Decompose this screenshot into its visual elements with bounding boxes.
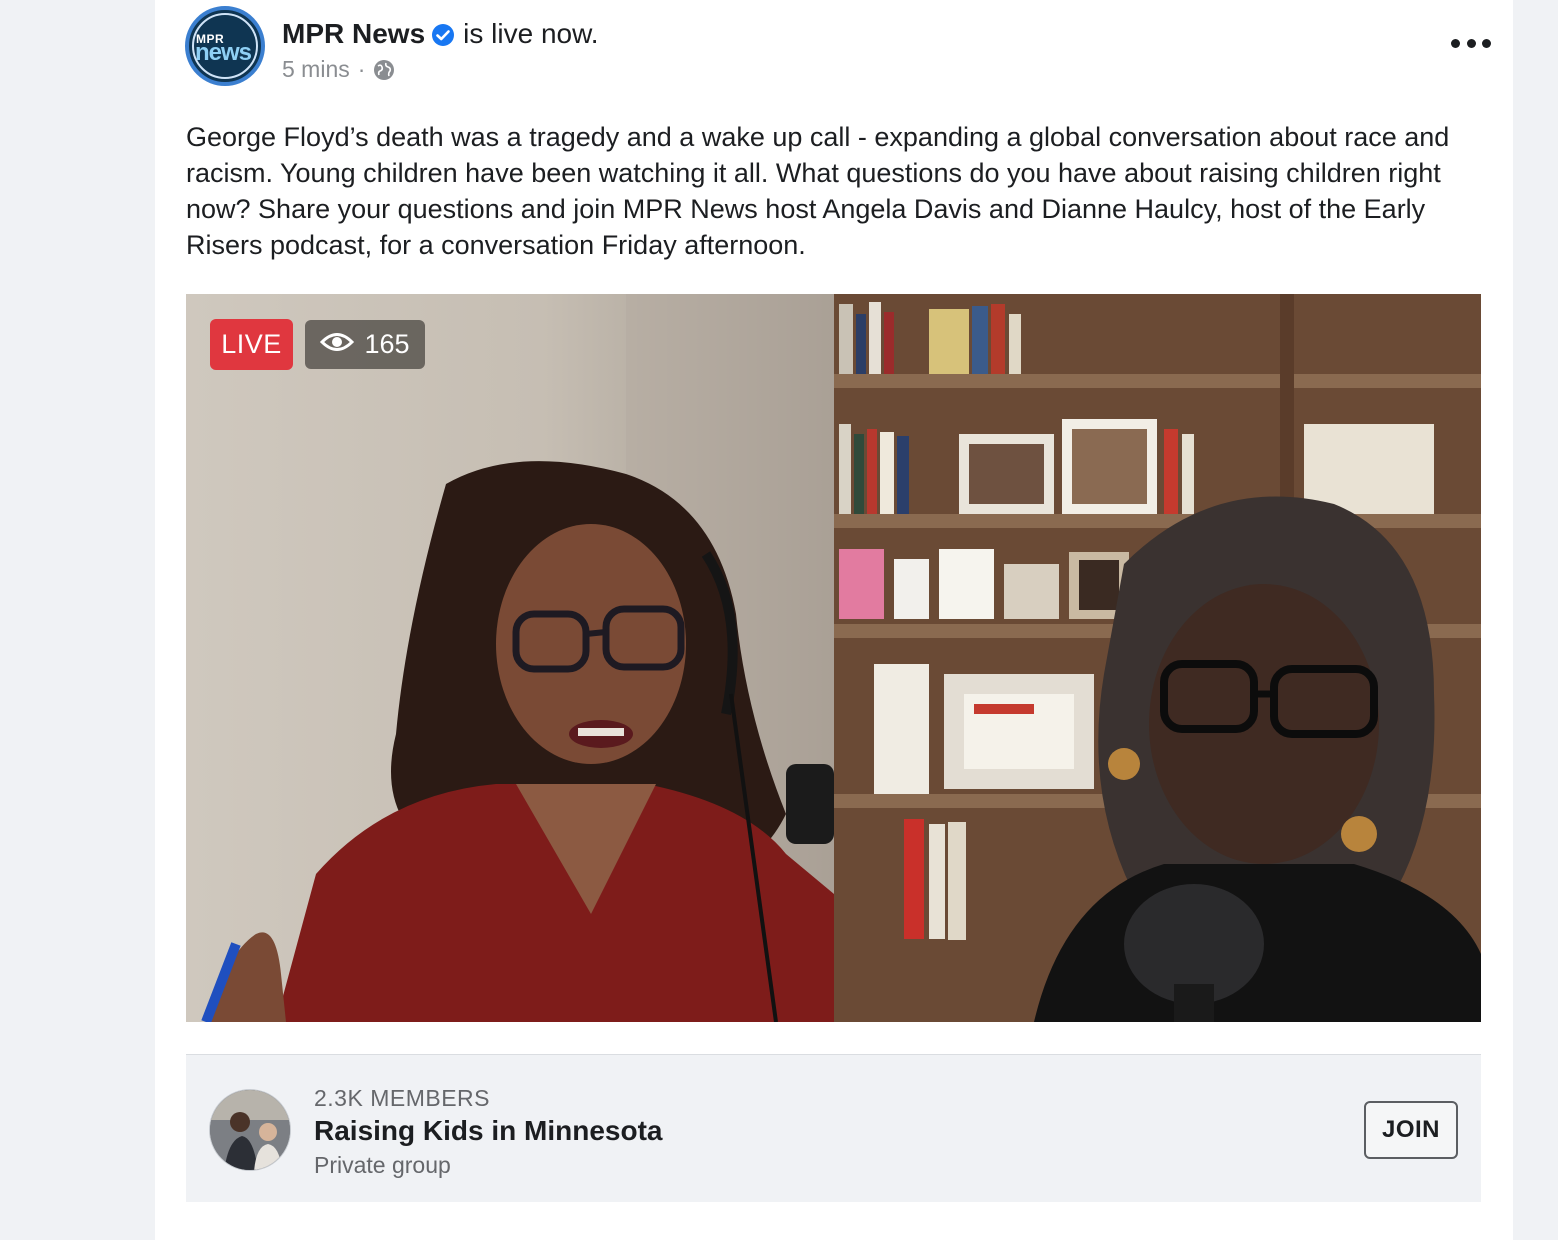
meta-separator: · <box>357 56 366 82</box>
post-meta: 5 mins · <box>282 56 395 83</box>
live-video[interactable]: LIVE 165 <box>186 294 1481 1022</box>
video-pane-guest <box>834 294 1481 1022</box>
post-author-line: MPR News is live now. <box>282 18 599 50</box>
group-avatar[interactable] <box>209 1089 291 1171</box>
page-name-link[interactable]: MPR News <box>282 18 425 50</box>
live-badge: LIVE <box>210 319 293 370</box>
globe-icon <box>373 59 395 81</box>
post-timestamp[interactable]: 5 mins <box>282 56 350 83</box>
live-status-text: is live now. <box>463 18 599 49</box>
avatar-logo-news: news <box>195 39 252 66</box>
join-group-button[interactable]: JOIN <box>1364 1101 1458 1159</box>
verified-badge-icon <box>431 22 455 46</box>
post-card: MPR news MPR News is live now. 5 mins · <box>155 0 1513 1240</box>
eye-icon <box>320 329 355 360</box>
video-pane-host <box>186 294 834 1022</box>
page-avatar[interactable]: MPR news <box>185 6 265 86</box>
more-options-icon[interactable] <box>1451 36 1491 50</box>
post-header: MPR news MPR News is live now. 5 mins · <box>185 6 1491 90</box>
group-member-count: 2.3K MEMBERS <box>314 1085 490 1111</box>
group-name-link[interactable]: Raising Kids in Minnesota <box>314 1115 662 1147</box>
group-privacy: Private group <box>314 1152 451 1178</box>
group-attachment[interactable]: 2.3K MEMBERS Raising Kids in Minnesota P… <box>186 1054 1481 1202</box>
viewer-count: 165 <box>364 329 410 359</box>
viewer-count-badge: 165 <box>305 320 425 369</box>
post-body-text: George Floyd’s death was a tragedy and a… <box>186 122 1450 260</box>
